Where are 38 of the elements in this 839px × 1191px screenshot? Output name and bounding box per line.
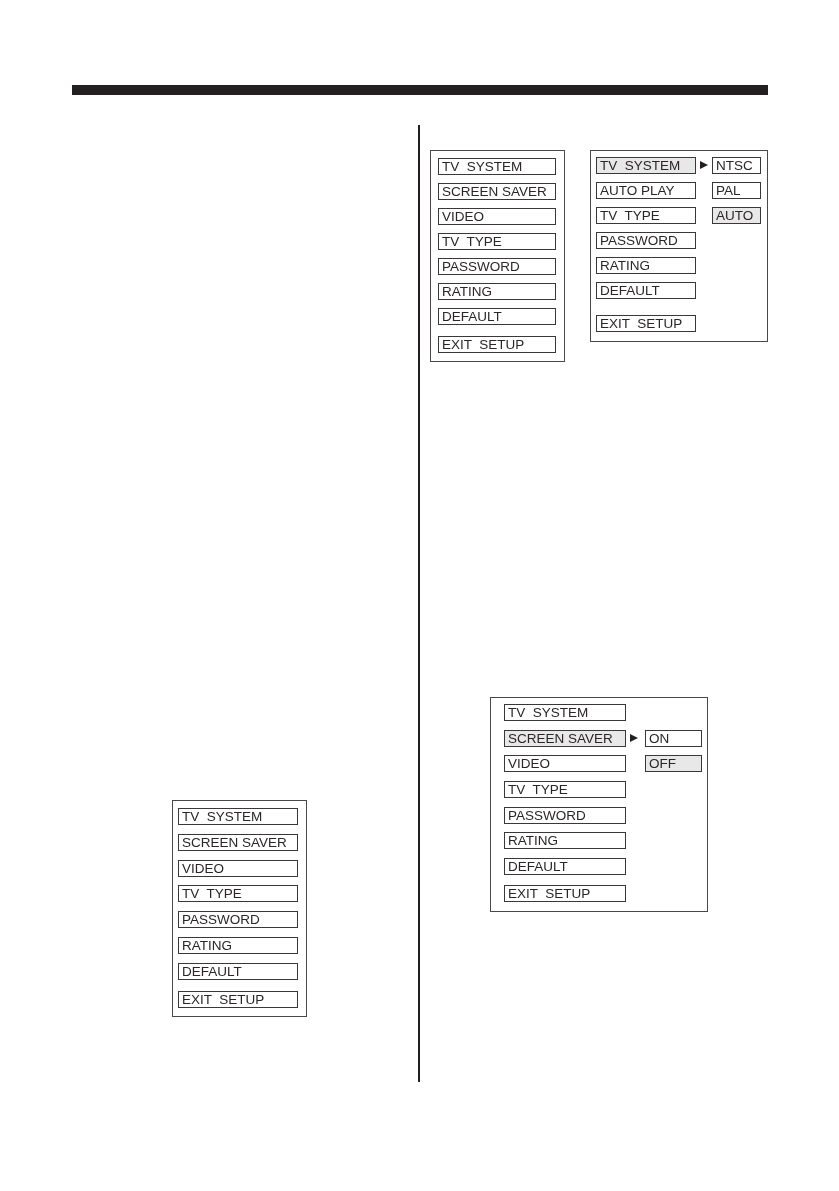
menu-item[interactable]: EXIT SETUP xyxy=(504,884,626,902)
menu-option[interactable]: PAL xyxy=(712,182,761,199)
menu-item[interactable]: DEFAULT xyxy=(596,282,696,299)
menu-item[interactable]: TV SYSTEM xyxy=(178,808,298,825)
menu-item[interactable]: RATING xyxy=(504,832,626,850)
menu-item[interactable]: PASSWORD xyxy=(178,911,298,929)
menu-option[interactable]: OFF xyxy=(645,755,702,773)
menu-item[interactable]: RATING xyxy=(596,257,696,274)
menu-option[interactable]: NTSC xyxy=(712,157,761,174)
menu-item[interactable]: VIDEO xyxy=(178,859,298,877)
menu-item[interactable]: TV TYPE xyxy=(504,781,626,799)
menu-item[interactable]: DEFAULT xyxy=(438,308,556,325)
menu-option[interactable]: AUTO xyxy=(712,207,761,224)
menu-item[interactable]: TV SYSTEM xyxy=(504,704,626,721)
menu-item[interactable]: TV TYPE xyxy=(178,885,298,903)
menu-item[interactable]: TV SYSTEM xyxy=(438,158,556,175)
menu-item[interactable]: SCREEN SAVER xyxy=(178,833,298,851)
menu-item[interactable]: RATING xyxy=(438,283,556,300)
menu-item[interactable]: SCREEN SAVER xyxy=(438,183,556,200)
menu-item[interactable]: EXIT SETUP xyxy=(178,990,298,1008)
menu-item[interactable]: SCREEN SAVER xyxy=(504,729,626,747)
menu-item[interactable]: TV TYPE xyxy=(596,207,696,224)
menu-item[interactable]: VIDEO xyxy=(504,755,626,773)
menu-item[interactable]: PASSWORD xyxy=(504,806,626,824)
menu-option[interactable]: ON xyxy=(645,729,702,747)
menu-item[interactable]: TV TYPE xyxy=(438,233,556,250)
menu-item[interactable]: DEFAULT xyxy=(178,962,298,980)
menu-item[interactable]: TV SYSTEM xyxy=(596,157,696,174)
arrow-icon xyxy=(700,161,708,169)
menu-item[interactable]: EXIT SETUP xyxy=(596,315,696,332)
menu-item[interactable]: PASSWORD xyxy=(438,258,556,275)
menu-item[interactable]: AUTO PLAY xyxy=(596,182,696,199)
menu-item[interactable]: DEFAULT xyxy=(504,858,626,876)
menu-item[interactable]: PASSWORD xyxy=(596,232,696,249)
menu-item[interactable]: RATING xyxy=(178,937,298,954)
arrow-icon xyxy=(630,733,638,742)
menu-item[interactable]: VIDEO xyxy=(438,208,556,225)
menu-item[interactable]: EXIT SETUP xyxy=(438,336,556,353)
